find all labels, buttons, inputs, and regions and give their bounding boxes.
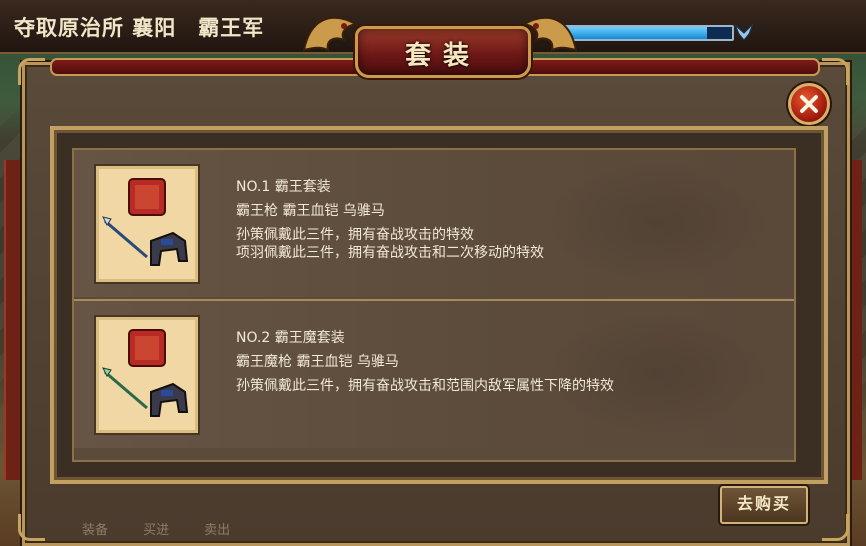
- set-thumbnail: [96, 317, 198, 433]
- corner-ornament: [822, 58, 849, 85]
- set-effect: 项羽佩戴此三件，拥有奋战攻击和二次移动的特效: [236, 245, 544, 261]
- set-description: NO.1 霸王套装 霸王枪 霸王血铠 乌骓马 孙策佩戴此三件，拥有奋战攻击的特效…: [236, 178, 544, 262]
- set-thumbnail: [96, 166, 198, 282]
- corner-ornament: [822, 514, 849, 541]
- corner-ornament: [18, 58, 45, 85]
- set-header: NO.1 霸王套装: [236, 179, 331, 195]
- banner-plate: 套装: [355, 26, 531, 78]
- set-row[interactable]: NO.1 霸王套装 霸王枪 霸王血铠 乌骓马 孙策佩戴此三件，拥有奋战攻击的特效…: [74, 150, 794, 297]
- close-button[interactable]: [788, 83, 830, 125]
- set-list: NO.1 霸王套装 霸王枪 霸王血铠 乌骓马 孙策佩戴此三件，拥有奋战攻击的特效…: [72, 148, 796, 462]
- set-description: NO.2 霸王魔套装 霸王魔枪 霸王血铠 乌骓马 孙策佩戴此三件，拥有奋战攻击和…: [236, 329, 614, 395]
- dialog-title: 套装: [404, 41, 481, 71]
- bottom-toolbar: 装备 买进 卖出: [70, 518, 290, 546]
- buy-button[interactable]: 去购买: [720, 486, 808, 524]
- set-list-frame: NO.1 霸王套装 霸王枪 霸王血铠 乌骓马 孙策佩戴此三件，拥有奋战攻击的特效…: [50, 126, 828, 484]
- armor-spear-horse-icon: [102, 329, 189, 417]
- status-progress-fill: [562, 27, 707, 39]
- set-effect: 孙策佩戴此三件，拥有奋战攻击和范围内敌军属性下降的特效: [236, 378, 614, 394]
- dragon-ornament-icon: [302, 16, 359, 52]
- dialog-title-banner: 套装: [300, 6, 580, 78]
- scene-pillar: [4, 160, 20, 480]
- equip-button[interactable]: 装备: [70, 518, 120, 544]
- location-title: 夺取原治所 襄阳 霸王军: [14, 15, 265, 40]
- status-progress-bar: [560, 25, 734, 41]
- sell-button[interactable]: 卖出: [192, 518, 242, 544]
- armor-spear-horse-icon: [102, 178, 189, 266]
- buy-in-button[interactable]: 买进: [131, 518, 181, 544]
- close-icon: [800, 95, 818, 113]
- set-items: 霸王枪 霸王血铠 乌骓马: [236, 203, 385, 219]
- bird-icon[interactable]: [733, 20, 755, 42]
- set-effect: 孙策佩戴此三件，拥有奋战攻击的特效: [236, 227, 474, 243]
- set-row[interactable]: NO.2 霸王魔套装 霸王魔枪 霸王血铠 乌骓马 孙策佩戴此三件，拥有奋战攻击和…: [74, 299, 794, 448]
- set-header: NO.2 霸王魔套装: [236, 330, 345, 346]
- corner-ornament: [18, 514, 45, 541]
- set-items: 霸王魔枪 霸王血铠 乌骓马: [236, 354, 399, 370]
